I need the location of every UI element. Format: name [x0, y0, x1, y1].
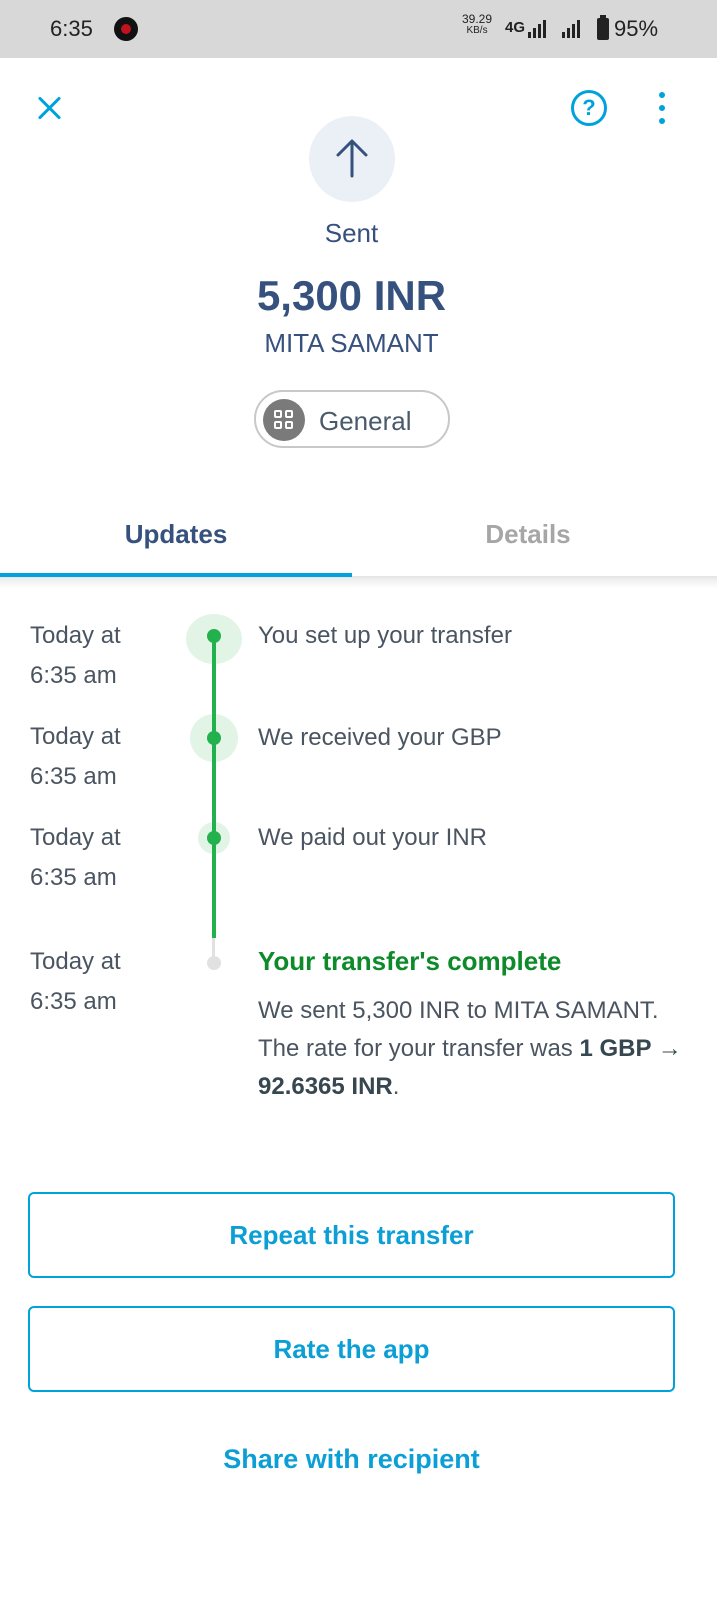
- timeline-dot: [207, 629, 221, 643]
- complete-body-suffix: .: [392, 1073, 400, 1100]
- rate-app-button[interactable]: Rate the app: [28, 1306, 675, 1392]
- transfer-complete-title: Your transfer's complete: [258, 946, 562, 976]
- more-icon[interactable]: [654, 92, 670, 126]
- timeline-time: Today at 6:35 am: [30, 818, 180, 898]
- tab-details[interactable]: Details: [352, 490, 704, 578]
- timeline-clock: 6:35 am: [30, 763, 117, 790]
- network-speed-unit: KB/s: [466, 25, 488, 36]
- screen-record-icon: [114, 17, 138, 41]
- timeline-time: Today at 6:35 am: [30, 942, 180, 1022]
- help-icon[interactable]: ?: [571, 90, 607, 126]
- tab-active-indicator: [0, 573, 352, 577]
- battery-icon: [597, 15, 609, 40]
- timeline-clock: 6:35 am: [30, 988, 117, 1015]
- timeline-date: Today at: [30, 948, 121, 975]
- signal-icon: [562, 20, 582, 38]
- network-speed-value: 39.29: [462, 12, 493, 26]
- timeline-line-pending: [212, 938, 215, 958]
- timeline-dot-final: [207, 956, 221, 970]
- signal-icon: [528, 20, 548, 38]
- battery-percent: 95%: [614, 16, 659, 41]
- network-type: 4G: [505, 19, 526, 36]
- status-time: 6:35: [50, 16, 93, 41]
- tab-bar: Updates Details: [0, 490, 717, 578]
- arrow-up-icon: [336, 139, 368, 178]
- close-icon[interactable]: [34, 92, 66, 124]
- timeline-clock: 6:35 am: [30, 864, 117, 891]
- timeline-dot: [207, 831, 221, 845]
- timeline-event: You set up your transfer: [258, 622, 512, 649]
- transfer-amount: 5,300 INR: [256, 272, 447, 319]
- timeline-event: We paid out your INR: [258, 824, 487, 851]
- status-bar: 6:35 39.29 KB/s 4G 95%: [0, 0, 717, 58]
- timeline-time: Today at 6:35 am: [30, 717, 180, 797]
- network-speed: 39.29 KB/s: [462, 13, 492, 37]
- timeline-date: Today at: [30, 622, 121, 649]
- timeline-progress-line: [212, 636, 216, 938]
- category-label: General: [319, 406, 412, 436]
- timeline-event: We received your GBP: [258, 724, 502, 751]
- transfer-complete-body: We sent 5,300 INR to MITA SAMANT. The ra…: [258, 992, 688, 1106]
- share-with-recipient-link[interactable]: Share with recipient: [0, 1444, 703, 1475]
- timeline-dot: [207, 731, 221, 745]
- tab-shadow: [0, 578, 717, 588]
- category-grid-icon: [263, 399, 305, 441]
- sent-icon-circle: [309, 116, 395, 202]
- repeat-transfer-button[interactable]: Repeat this transfer: [28, 1192, 675, 1278]
- recipient-name: MITA SAMANT: [264, 328, 439, 358]
- timeline-date: Today at: [30, 723, 121, 750]
- timeline-date: Today at: [30, 824, 121, 851]
- timeline-time: Today at 6:35 am: [30, 616, 180, 696]
- transfer-status-label: Sent: [324, 218, 379, 248]
- category-chip[interactable]: General: [254, 390, 450, 448]
- tab-updates[interactable]: Updates: [0, 490, 352, 578]
- timeline-clock: 6:35 am: [30, 662, 117, 689]
